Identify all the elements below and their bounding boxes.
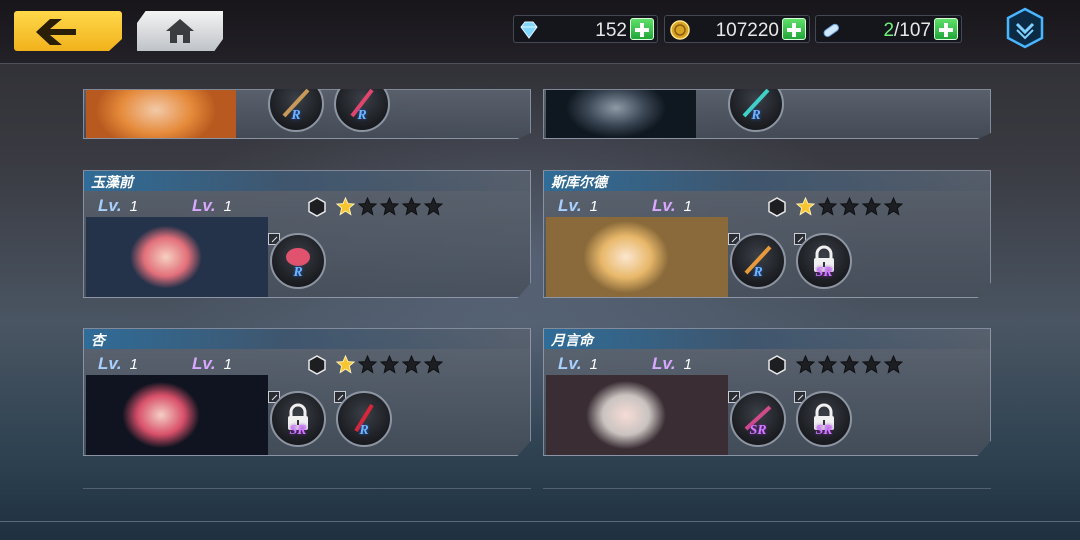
character-portrait xyxy=(546,90,696,138)
weapon-slot-locked[interactable]: SR xyxy=(796,233,852,289)
star-empty-icon xyxy=(862,355,881,374)
weapon-rarity: R xyxy=(753,265,763,280)
weapon-rarity: R xyxy=(291,108,301,123)
weapon-slot[interactable]: R xyxy=(270,233,326,289)
weapon-slot[interactable]: R xyxy=(336,391,392,447)
character-name: 月言命 xyxy=(551,333,593,349)
name-bar: 杏 xyxy=(84,329,530,349)
star-rating xyxy=(336,355,443,374)
row-divider xyxy=(543,488,991,489)
skill-level-indicator: Lv. 1 xyxy=(652,196,692,215)
character-card[interactable]: R xyxy=(543,89,991,139)
weapon-slot[interactable]: R xyxy=(334,89,390,132)
star-empty-icon xyxy=(884,197,903,216)
top-bar: 152 107220 2/107 xyxy=(0,0,1080,64)
gold-value: 107220 xyxy=(715,20,779,41)
star-empty-icon xyxy=(380,197,399,216)
weapon-slot[interactable]: SR xyxy=(730,391,786,447)
star-empty-icon xyxy=(818,355,837,374)
weapon-rarity: R xyxy=(359,423,369,438)
character-name: 玉藻前 xyxy=(91,175,133,191)
skill-level-indicator: Lv. 1 xyxy=(652,354,692,373)
hexagon-icon xyxy=(768,197,786,217)
star-empty-icon xyxy=(424,197,443,216)
character-portrait xyxy=(546,375,728,455)
star-filled-icon xyxy=(336,197,355,216)
character-card[interactable]: R R xyxy=(83,89,531,139)
character-name: 斯库尔德 xyxy=(551,175,607,191)
add-stamina-button[interactable] xyxy=(934,18,958,40)
star-empty-icon xyxy=(840,197,859,216)
star-empty-icon xyxy=(358,197,377,216)
level-indicator: Lv. 1 xyxy=(558,354,598,373)
star-filled-icon xyxy=(796,197,815,216)
character-name: 杏 xyxy=(91,333,105,349)
gold-coin-icon xyxy=(670,20,690,40)
chevron-down-menu-icon[interactable] xyxy=(1004,7,1046,49)
character-card[interactable]: 玉藻前 Lv. 1 Lv. 1 R xyxy=(83,170,531,298)
character-portrait xyxy=(86,90,236,138)
skill-level-indicator: Lv. 1 xyxy=(192,196,232,215)
star-filled-icon xyxy=(336,355,355,374)
skill-level-indicator: Lv. 1 xyxy=(192,354,232,373)
star-empty-icon xyxy=(402,355,421,374)
home-icon xyxy=(166,19,194,43)
star-empty-icon xyxy=(424,355,443,374)
character-card[interactable]: 月言命 Lv. 1 Lv. 1 SR SR xyxy=(543,328,991,456)
hexagon-icon xyxy=(308,355,326,375)
weapon-rarity: R xyxy=(751,108,761,123)
weapon-rarity: SR xyxy=(749,423,767,438)
weapon-rarity: SR xyxy=(815,423,833,438)
weapon-rarity: SR xyxy=(815,265,833,280)
character-portrait xyxy=(546,217,728,297)
weapon-rarity: R xyxy=(357,108,367,123)
chevron-left-icon xyxy=(36,19,76,45)
add-diamonds-button[interactable] xyxy=(630,18,654,40)
star-empty-icon xyxy=(796,355,815,374)
character-portrait xyxy=(86,217,268,297)
home-button[interactable] xyxy=(137,11,223,51)
gold-counter: 107220 xyxy=(664,15,810,43)
star-empty-icon xyxy=(862,197,881,216)
star-empty-icon xyxy=(840,355,859,374)
stamina-current: 2 xyxy=(883,20,895,41)
star-empty-icon xyxy=(402,197,421,216)
bottom-divider xyxy=(0,521,1080,522)
star-rating xyxy=(796,197,903,216)
back-button[interactable] xyxy=(14,11,122,51)
weapon-slot-locked[interactable]: SR xyxy=(796,391,852,447)
level-indicator: Lv. 1 xyxy=(98,196,138,215)
star-empty-icon xyxy=(884,355,903,374)
name-bar: 月言命 xyxy=(544,329,990,349)
star-empty-icon xyxy=(358,355,377,374)
level-indicator: Lv. 1 xyxy=(558,196,598,215)
name-bar: 斯库尔德 xyxy=(544,171,990,191)
level-indicator: Lv. 1 xyxy=(98,354,138,373)
add-gold-button[interactable] xyxy=(782,18,806,40)
row-divider xyxy=(83,488,531,489)
weapon-slot[interactable]: R xyxy=(730,233,786,289)
name-bar: 玉藻前 xyxy=(84,171,530,191)
weapon-slot[interactable]: R xyxy=(268,89,324,132)
diamond-counter: 152 xyxy=(513,15,658,43)
hexagon-icon xyxy=(308,197,326,217)
star-rating xyxy=(796,355,903,374)
weapon-rarity: R xyxy=(293,265,303,280)
stamina-max: /107 xyxy=(894,20,931,41)
weapon-slot[interactable]: R xyxy=(728,89,784,132)
stamina-capsule-icon xyxy=(823,23,839,37)
diamond-value: 152 xyxy=(595,20,627,41)
character-card[interactable]: 斯库尔德 Lv. 1 Lv. 1 R SR xyxy=(543,170,991,298)
star-rating xyxy=(336,197,443,216)
character-card[interactable]: 杏 Lv. 1 Lv. 1 SR R xyxy=(83,328,531,456)
diamond-icon xyxy=(520,21,538,39)
hexagon-icon xyxy=(768,355,786,375)
weapon-slot-locked[interactable]: SR xyxy=(270,391,326,447)
weapon-rarity: SR xyxy=(289,423,307,438)
stamina-counter: 2/107 xyxy=(815,15,962,43)
stamina-value: 2/107 xyxy=(883,20,931,42)
star-empty-icon xyxy=(380,355,399,374)
star-empty-icon xyxy=(818,197,837,216)
character-portrait xyxy=(86,375,268,455)
